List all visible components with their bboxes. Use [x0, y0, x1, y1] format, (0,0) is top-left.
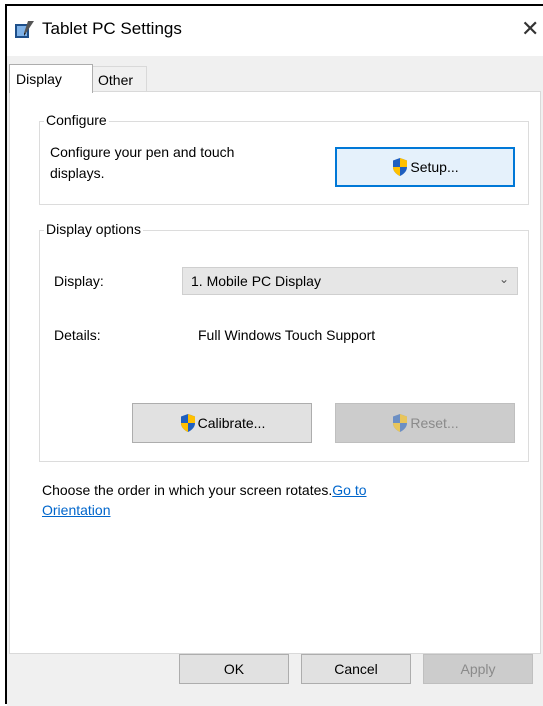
- display-select[interactable]: 1. Mobile PC Display ⌄: [182, 267, 518, 295]
- display-tab-panel: Configure Configure your pen and touch d…: [9, 91, 541, 654]
- tab-display-label: Display: [16, 71, 62, 87]
- configure-description-line2: displays.: [50, 165, 105, 181]
- tab-other-label: Other: [98, 72, 134, 88]
- go-to-orientation-link-line2[interactable]: Orientation: [42, 502, 110, 518]
- apply-button[interactable]: Apply: [423, 654, 533, 684]
- display-options-group-label: Display options: [44, 221, 143, 237]
- go-to-orientation-link-line1[interactable]: Go to: [332, 482, 366, 498]
- uac-shield-icon: [393, 414, 408, 432]
- details-label: Details:: [54, 327, 101, 343]
- details-value: Full Windows Touch Support: [198, 327, 376, 343]
- tablet-pc-settings-window: Tablet PC Settings ✕ Display Other Confi…: [5, 4, 543, 706]
- reset-button[interactable]: Reset...: [335, 403, 515, 443]
- dialog-body: Display Other Configure Configure your p…: [7, 56, 543, 654]
- cancel-button[interactable]: Cancel: [301, 654, 411, 684]
- orientation-text: Choose the order in which your screen ro…: [42, 480, 512, 520]
- window-title: Tablet PC Settings: [42, 19, 182, 38]
- configure-description-line1: Configure your pen and touch: [50, 144, 235, 160]
- calibrate-button[interactable]: Calibrate...: [132, 403, 312, 443]
- configure-group-label: Configure: [44, 112, 109, 128]
- tablet-pc-settings-icon: [15, 21, 34, 38]
- uac-shield-icon: [180, 414, 195, 432]
- configure-group: Configure Configure your pen and touch d…: [39, 112, 529, 205]
- reset-button-label: Reset...: [410, 415, 459, 431]
- calibrate-button-label: Calibrate...: [197, 415, 266, 431]
- uac-shield-icon: [393, 158, 408, 176]
- setup-button[interactable]: Setup...: [335, 147, 515, 187]
- close-icon[interactable]: ✕: [521, 16, 539, 42]
- display-select-value: 1. Mobile PC Display: [191, 273, 321, 289]
- ok-button[interactable]: OK: [179, 654, 289, 684]
- chevron-down-icon: ⌄: [498, 272, 509, 286]
- title-bar: Tablet PC Settings ✕: [7, 6, 543, 56]
- tab-other[interactable]: Other: [91, 66, 147, 91]
- orientation-description: Choose the order in which your screen ro…: [42, 482, 333, 498]
- dialog-footer: OK Cancel Apply: [7, 654, 543, 706]
- display-label: Display:: [54, 273, 104, 289]
- setup-button-label: Setup...: [410, 159, 459, 175]
- tab-display[interactable]: Display: [9, 64, 93, 93]
- display-options-group: Display options Display: 1. Mobile PC Di…: [39, 221, 529, 462]
